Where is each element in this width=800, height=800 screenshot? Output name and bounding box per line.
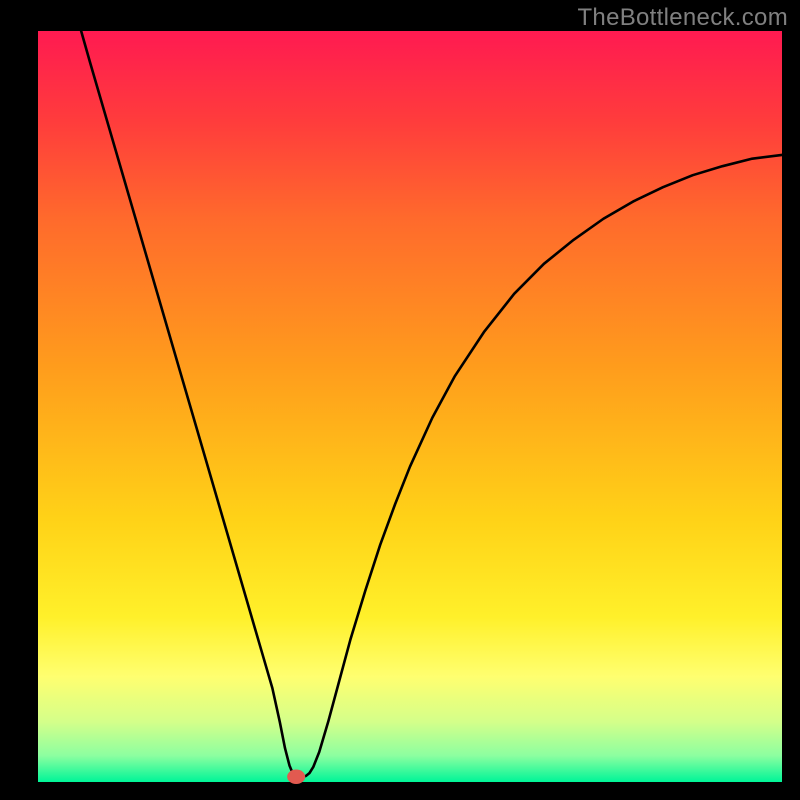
chart-wrapper: TheBottleneck.com (0, 0, 800, 800)
chart-svg (0, 0, 800, 800)
watermark-label: TheBottleneck.com (577, 4, 788, 32)
plot-background (38, 31, 782, 782)
marker-dot (287, 770, 305, 784)
